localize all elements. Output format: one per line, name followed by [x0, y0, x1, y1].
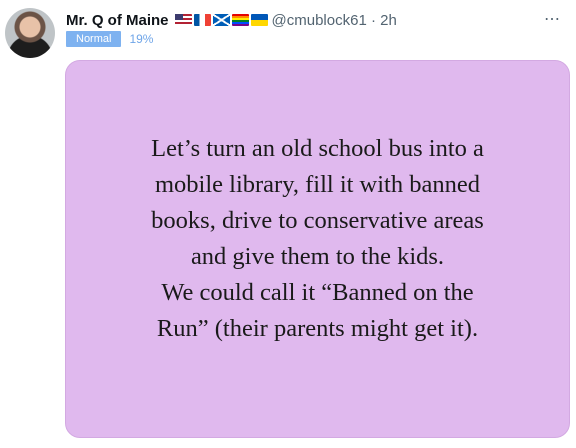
quote-line: Run” (their parents might get it). — [156, 315, 479, 342]
quote-line: We could call it “Banned on the — [161, 279, 474, 306]
avatar[interactable] — [5, 8, 55, 58]
quote-line: books, drive to conservative areas — [151, 207, 484, 234]
more-icon[interactable]: ⋯ — [542, 10, 562, 30]
tweet-header: Mr. Q of Maine @cmublock61 · 2h — [66, 10, 397, 30]
image-quote-text: Let’s turn an old school bus into a mobi… — [151, 131, 484, 347]
quote-line: mobile library, fill it with banned — [154, 171, 480, 198]
tweet-image[interactable]: Let’s turn an old school bus into a mobi… — [65, 60, 570, 438]
ukraine-flag-icon — [250, 14, 268, 26]
percent-value: 19% — [129, 32, 154, 46]
quote-line: Let’s turn an old school bus into a — [151, 135, 484, 162]
flag-emojis — [174, 14, 268, 26]
france-flag-icon — [193, 14, 211, 26]
badge-row: Normal 19% — [66, 31, 153, 47]
display-name[interactable]: Mr. Q of Maine — [66, 12, 169, 29]
rainbow-flag-icon — [231, 14, 249, 26]
scotland-flag-icon — [212, 14, 230, 26]
status-badge: Normal — [66, 31, 122, 47]
quote-line: and give them to the kids. — [190, 243, 445, 270]
handle-and-time[interactable]: @cmublock61 · 2h — [272, 12, 397, 29]
us-flag-icon — [174, 14, 192, 26]
